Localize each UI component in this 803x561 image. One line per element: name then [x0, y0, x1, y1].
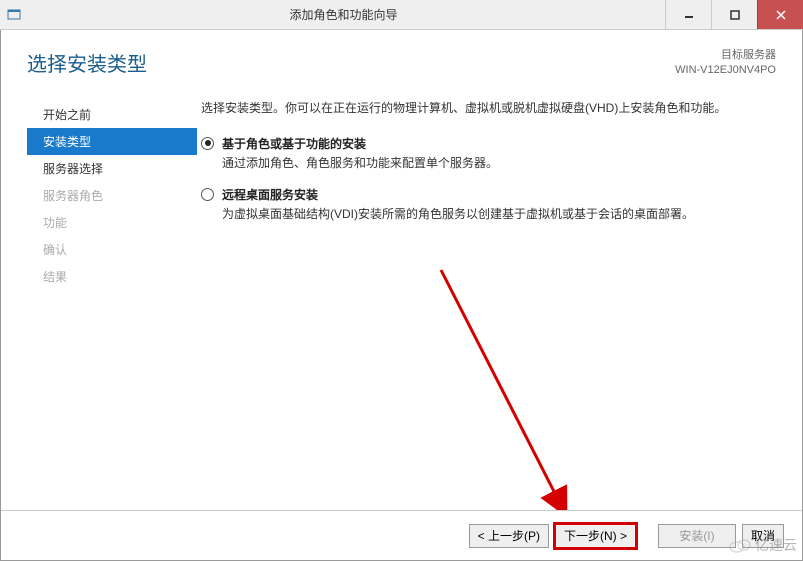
option-title: 基于角色或基于功能的安装 — [222, 135, 776, 152]
sidebar-item-server-roles: 服务器角色 — [27, 182, 197, 209]
dest-server-value: WIN-V12EJ0NV4PO — [675, 63, 776, 78]
sidebar-item-before-begin[interactable]: 开始之前 — [27, 101, 197, 128]
option-body: 远程桌面服务安装 为虚拟桌面基础结构(VDI)安装所需的角色服务以创建基于虚拟机… — [222, 186, 776, 223]
annotation-arrow — [431, 260, 591, 540]
sidebar: 开始之前 安装类型 服务器选择 服务器角色 功能 确认 结果 — [27, 99, 197, 290]
content-area: 选择安装类型。你可以在正在运行的物理计算机、虚拟机或脱机虚拟硬盘(VHD)上安装… — [197, 99, 776, 290]
sidebar-item-confirm: 确认 — [27, 236, 197, 263]
header-row: 选择安装类型 目标服务器 WIN-V12EJ0NV4PO — [1, 30, 802, 89]
watermark: 亿速云 — [729, 535, 797, 555]
option-desc: 为虚拟桌面基础结构(VDI)安装所需的角色服务以创建基于虚拟机或基于会话的桌面部… — [222, 205, 776, 223]
sidebar-item-results: 结果 — [27, 263, 197, 290]
option-remote-desktop[interactable]: 远程桌面服务安装 为虚拟桌面基础结构(VDI)安装所需的角色服务以创建基于虚拟机… — [201, 186, 776, 223]
main-row: 开始之前 安装类型 服务器选择 服务器角色 功能 确认 结果 选择安装类型。你可… — [1, 89, 802, 290]
intro-text: 选择安装类型。你可以在正在运行的物理计算机、虚拟机或脱机虚拟硬盘(VHD)上安装… — [201, 99, 776, 117]
radio-remote-desktop[interactable] — [201, 188, 214, 201]
sidebar-item-install-type[interactable]: 安装类型 — [27, 128, 197, 155]
minimize-button[interactable] — [665, 0, 711, 29]
maximize-button[interactable] — [711, 0, 757, 29]
window-body: 选择安装类型 目标服务器 WIN-V12EJ0NV4PO 开始之前 安装类型 服… — [0, 30, 803, 561]
prev-button[interactable]: < 上一步(P) — [469, 524, 549, 548]
radio-role-based[interactable] — [201, 137, 214, 150]
option-desc: 通过添加角色、角色服务和功能来配置单个服务器。 — [222, 154, 776, 172]
option-title: 远程桌面服务安装 — [222, 186, 776, 203]
next-button[interactable]: 下一步(N) > — [555, 524, 636, 548]
watermark-text: 亿速云 — [755, 535, 797, 555]
sidebar-item-features: 功能 — [27, 209, 197, 236]
install-button: 安装(I) — [658, 524, 736, 548]
window-title: 添加角色和功能向导 — [22, 6, 665, 23]
sidebar-item-server-selection[interactable]: 服务器选择 — [27, 155, 197, 182]
titlebar: 添加角色和功能向导 — [0, 0, 803, 30]
option-body: 基于角色或基于功能的安装 通过添加角色、角色服务和功能来配置单个服务器。 — [222, 135, 776, 172]
app-icon — [6, 7, 22, 23]
window-controls — [665, 0, 803, 29]
destination-server: 目标服务器 WIN-V12EJ0NV4PO — [675, 48, 776, 79]
close-button[interactable] — [757, 0, 803, 29]
page-title: 选择安装类型 — [27, 48, 675, 77]
option-role-based[interactable]: 基于角色或基于功能的安装 通过添加角色、角色服务和功能来配置单个服务器。 — [201, 135, 776, 172]
dest-server-label: 目标服务器 — [675, 48, 776, 63]
footer: < 上一步(P) 下一步(N) > 安装(I) 取消 — [1, 510, 802, 560]
